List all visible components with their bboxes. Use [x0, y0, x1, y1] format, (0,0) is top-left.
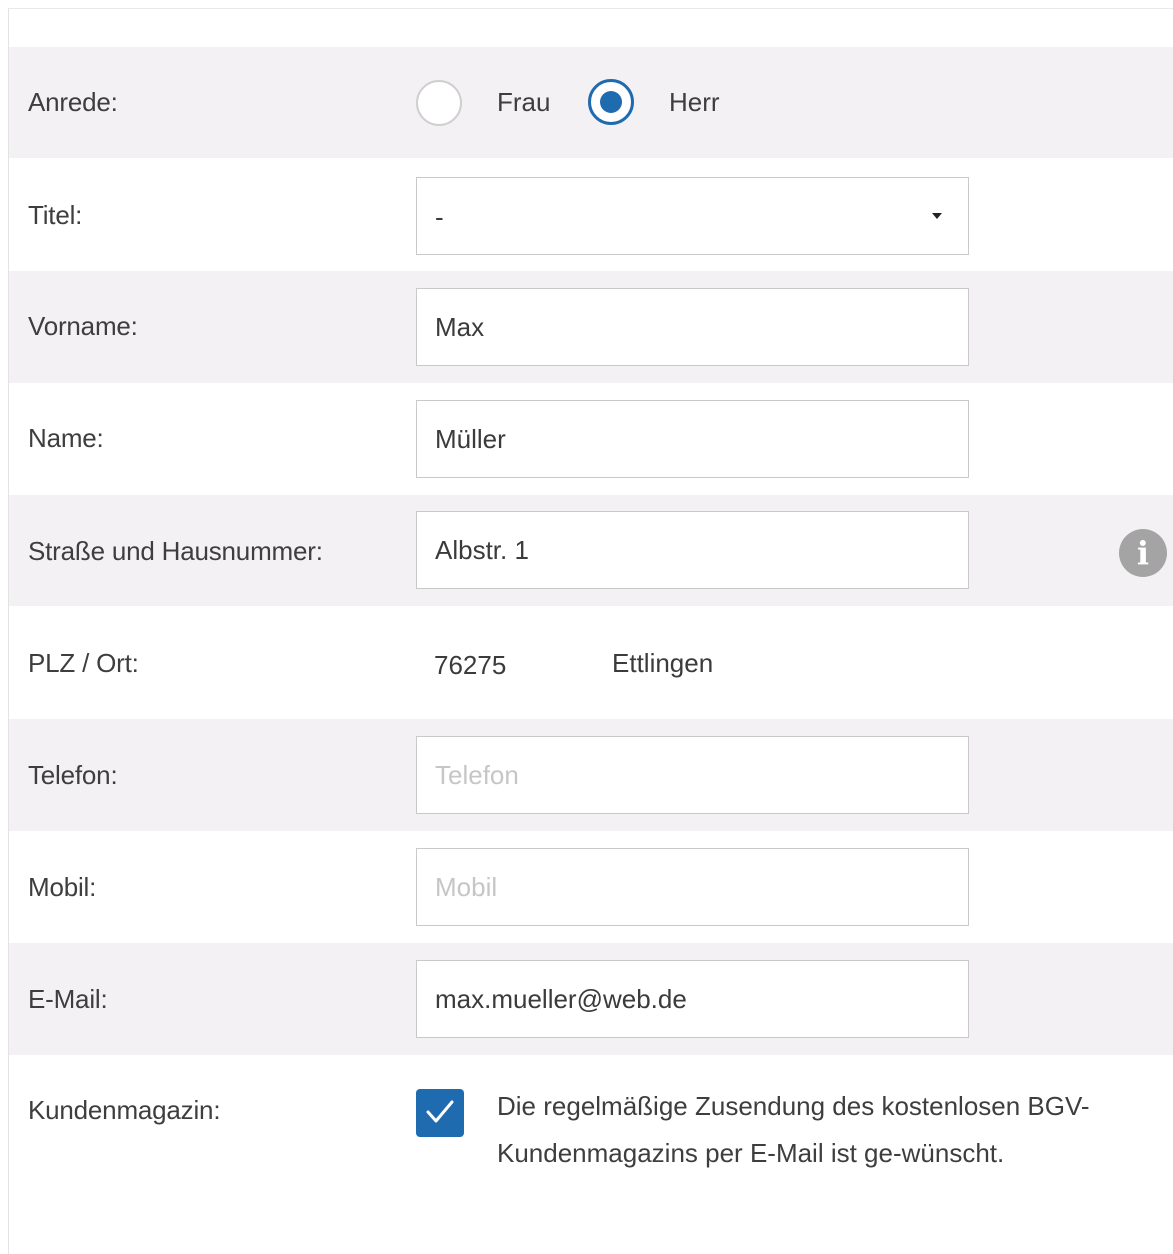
last-name-label: Name:	[28, 423, 104, 453]
row-magazine: Kundenmagazin: Die regelmäßige Zusendung…	[9, 1055, 1173, 1254]
last-name-input[interactable]	[416, 400, 969, 478]
first-name-label: Vorname:	[28, 311, 138, 341]
zip-value: 76275	[434, 650, 507, 680]
title-select-value: -	[435, 202, 444, 232]
magazine-checkbox[interactable]	[416, 1089, 464, 1137]
first-name-input[interactable]	[416, 288, 969, 366]
mobile-input[interactable]	[416, 848, 969, 926]
title-label: Titel:	[28, 200, 83, 230]
radio-frau-label[interactable]: Frau	[497, 87, 550, 118]
row-phone: Telefon:	[9, 719, 1173, 831]
street-label: Straße und Hausnummer:	[28, 536, 323, 566]
city-value: Ettlingen	[612, 648, 714, 678]
email-label: E-Mail:	[28, 984, 108, 1014]
info-icon[interactable]: i	[1119, 529, 1167, 577]
row-last-name: Name:	[9, 383, 1173, 495]
row-zip-city: PLZ / Ort: 76275 Ettlingen	[9, 606, 1173, 719]
salutation-label: Anrede:	[28, 87, 118, 117]
zip-city-label: PLZ / Ort:	[28, 648, 139, 678]
row-title: Titel: -	[9, 158, 1173, 271]
checkmark-icon	[426, 1100, 454, 1123]
magazine-label: Kundenmagazin:	[28, 1095, 221, 1125]
row-mobile: Mobil:	[9, 831, 1173, 943]
title-select[interactable]: -	[416, 177, 969, 255]
phone-label: Telefon:	[28, 760, 118, 790]
email-input[interactable]	[416, 960, 969, 1038]
radio-frau[interactable]	[416, 80, 462, 126]
radio-herr-label[interactable]: Herr	[669, 87, 720, 118]
street-input[interactable]	[416, 511, 969, 589]
phone-input[interactable]	[416, 736, 969, 814]
row-first-name: Vorname:	[9, 271, 1173, 383]
mobile-label: Mobil:	[28, 872, 97, 902]
row-email: E-Mail:	[9, 943, 1173, 1055]
magazine-consent-text[interactable]: Die regelmäßige Zusendung des kostenlose…	[497, 1083, 1137, 1177]
row-salutation: Anrede: Frau Herr	[9, 47, 1173, 158]
radio-herr[interactable]	[588, 79, 634, 125]
row-street: Straße und Hausnummer: i	[9, 495, 1173, 606]
contact-form-panel: Anrede: Frau Herr Titel: - Vorname: Name…	[8, 8, 1173, 1254]
caret-down-icon	[932, 213, 942, 219]
